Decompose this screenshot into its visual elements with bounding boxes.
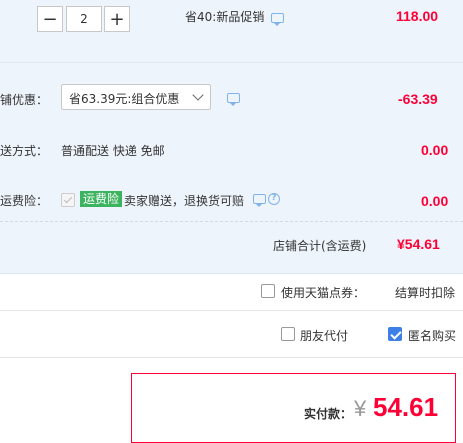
- discount-select[interactable]: 省63.39元:组合优惠: [61, 84, 211, 110]
- message-icon[interactable]: [271, 13, 284, 26]
- tmall-points-note: 结算时扣除: [395, 286, 456, 300]
- order-options-panel: 铺优惠： 省63.39元:组合优惠 -63.39 送方式： 普通配送 快递 免邮…: [0, 63, 463, 273]
- dashed-divider: [0, 221, 463, 222]
- shipping-method: 普通配送 快递 免邮: [61, 144, 165, 158]
- item-row: − 2 + 省40:新品促销 118.00: [0, 0, 463, 62]
- quantity-minus-button[interactable]: −: [37, 6, 63, 32]
- divider: [0, 357, 463, 358]
- insurance-amount: 0.00: [421, 193, 449, 209]
- shop-discount-label: 铺优惠：: [0, 93, 49, 107]
- shipping-amount: 0.00: [421, 142, 449, 158]
- item-price: 118.00: [396, 8, 439, 24]
- friend-pay-label: 朋友代付: [300, 329, 349, 343]
- payment-summary-box: 实付款： ¥ 54.61: [131, 373, 456, 443]
- anonymous-label: 匿名购买: [408, 329, 457, 343]
- insurance-checkbox[interactable]: [61, 193, 75, 207]
- discount-select-value: 省63.39元:组合优惠: [69, 92, 180, 106]
- shop-total-amount: ¥54.61: [397, 236, 440, 252]
- shop-discount-amount: -63.39: [398, 91, 438, 107]
- message-icon[interactable]: [227, 93, 240, 106]
- payment-label: 实付款：: [304, 407, 353, 421]
- shop-total-label: 店铺合计(含运费): [273, 239, 367, 253]
- promo-text: 省40:新品促销: [185, 10, 265, 24]
- tmall-points-label: 使用天猫点券：: [281, 286, 366, 300]
- insurance-text: 卖家赠送，退换货可赔: [124, 194, 245, 208]
- anonymous-checkbox[interactable]: [388, 327, 402, 341]
- help-icon[interactable]: ?: [268, 193, 280, 205]
- payment-currency: ¥: [354, 396, 367, 421]
- message-icon[interactable]: [253, 194, 266, 207]
- insurance-tag: 运费险: [80, 191, 123, 207]
- friend-pay-checkbox[interactable]: [281, 327, 295, 341]
- insurance-label: 运费险：: [0, 194, 49, 208]
- divider: [0, 273, 463, 274]
- payment-amount: 54.61: [373, 392, 439, 422]
- divider: [0, 310, 463, 311]
- quantity-input[interactable]: 2: [66, 6, 102, 32]
- quantity-plus-button[interactable]: +: [104, 6, 130, 32]
- chevron-down-icon: [192, 89, 204, 101]
- tmall-points-checkbox[interactable]: [261, 284, 275, 298]
- shipping-label: 送方式：: [0, 144, 49, 158]
